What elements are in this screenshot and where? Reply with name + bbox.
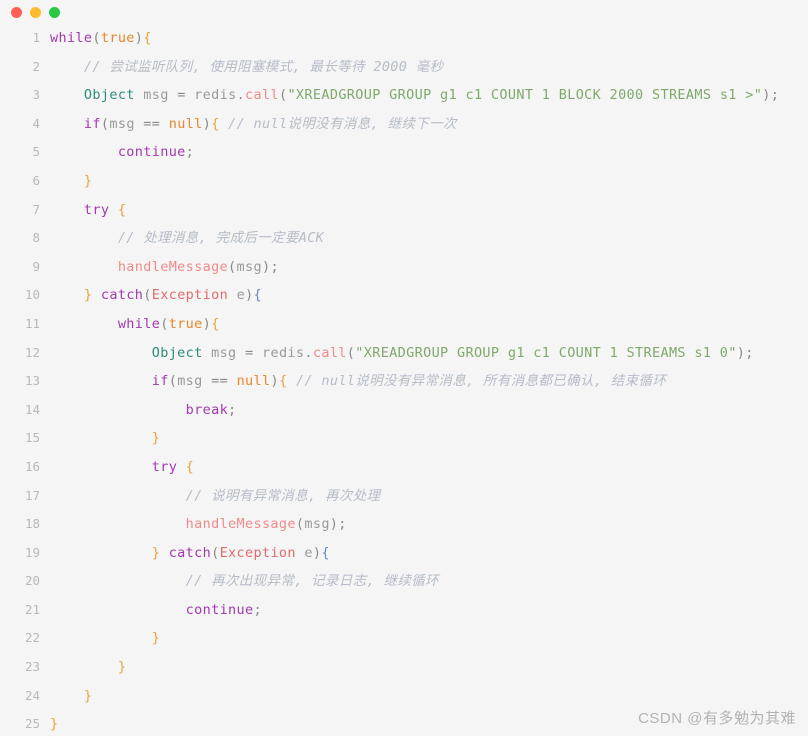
line-number: 23: [24, 659, 40, 675]
line-code[interactable]: continue;: [50, 138, 194, 167]
window-maximize-button[interactable]: [49, 6, 60, 18]
line-code[interactable]: } catch(Exception e){: [50, 539, 330, 568]
code-line[interactable]: 11 while(true){: [0, 310, 808, 339]
watermark-label: CSDN @有多勉为其难: [638, 710, 796, 727]
code-line[interactable]: 1 while(true){: [0, 24, 808, 53]
line-number: 24: [24, 687, 40, 703]
code-line[interactable]: 22 }: [0, 624, 808, 653]
line-code[interactable]: if(msg == null){ // null说明没有异常消息, 所有消息都已…: [50, 367, 666, 396]
code-line[interactable]: 19 } catch(Exception e){: [0, 539, 808, 568]
line-number: 14: [24, 401, 40, 417]
code-line[interactable]: 24 }: [0, 682, 808, 711]
code-line[interactable]: 10 } catch(Exception e){: [0, 281, 808, 310]
line-code[interactable]: break;: [50, 396, 237, 425]
line-number: 4: [32, 115, 40, 131]
code-line[interactable]: 6 }: [0, 167, 808, 196]
line-number: 7: [32, 201, 40, 217]
line-code[interactable]: }: [50, 710, 58, 736]
line-code[interactable]: }: [50, 653, 126, 682]
window-titlebar: [0, 0, 808, 24]
code-editor[interactable]: 1 while(true){2 // 尝试监听队列, 使用阻塞模式, 最长等待 2…: [0, 24, 808, 736]
code-line[interactable]: 14 break;: [0, 396, 808, 425]
code-line[interactable]: 4 if(msg == null){ // null说明没有消息, 继续下一次: [0, 110, 808, 139]
line-number: 17: [24, 487, 40, 503]
code-line[interactable]: 9 handleMessage(msg);: [0, 253, 808, 282]
line-code[interactable]: handleMessage(msg);: [50, 510, 347, 539]
code-line[interactable]: 17 // 说明有异常消息, 再次处理: [0, 482, 808, 511]
line-code[interactable]: }: [50, 682, 92, 711]
code-line[interactable]: 2 // 尝试监听队列, 使用阻塞模式, 最长等待 2000 毫秒: [0, 53, 808, 82]
line-number: 11: [24, 315, 40, 331]
line-code[interactable]: // 尝试监听队列, 使用阻塞模式, 最长等待 2000 毫秒: [50, 53, 443, 82]
line-code[interactable]: while(true){: [50, 310, 220, 339]
line-number: 5: [32, 144, 40, 160]
line-code[interactable]: }: [50, 624, 160, 653]
window-close-button[interactable]: [11, 6, 22, 18]
code-line[interactable]: 18 handleMessage(msg);: [0, 510, 808, 539]
line-number: 8: [32, 230, 40, 246]
line-number: 21: [24, 601, 40, 617]
line-number: 9: [32, 258, 40, 274]
code-line[interactable]: 3 Object msg = redis.call("XREADGROUP GR…: [0, 81, 808, 110]
window-minimize-button[interactable]: [30, 6, 41, 18]
line-code[interactable]: continue;: [50, 596, 262, 625]
code-line[interactable]: 5 continue;: [0, 138, 808, 167]
line-number: 13: [24, 373, 40, 389]
line-number: 15: [24, 430, 40, 446]
line-code[interactable]: // 说明有异常消息, 再次处理: [50, 482, 380, 511]
code-line[interactable]: 15 }: [0, 424, 808, 453]
line-code[interactable]: }: [50, 167, 92, 196]
code-line[interactable]: 8 // 处理消息, 完成后一定要ACK: [0, 224, 808, 253]
line-number: 1: [32, 30, 40, 45]
line-number: 25: [24, 716, 40, 732]
line-code[interactable]: // 再次出现异常, 记录日志, 继续循环: [50, 567, 439, 596]
line-code[interactable]: }: [50, 424, 160, 453]
line-code[interactable]: try {: [50, 196, 126, 225]
code-line[interactable]: 20 // 再次出现异常, 记录日志, 继续循环: [0, 567, 808, 596]
code-line[interactable]: 23 }: [0, 653, 808, 682]
line-number: 19: [24, 544, 40, 560]
line-code[interactable]: } catch(Exception e){: [50, 281, 262, 310]
line-number: 20: [24, 573, 40, 589]
line-number: 16: [24, 458, 40, 474]
line-code[interactable]: if(msg == null){ // null说明没有消息, 继续下一次: [50, 110, 457, 139]
line-code[interactable]: Object msg = redis.call("XREADGROUP GROU…: [50, 339, 754, 368]
line-number: 22: [24, 630, 40, 646]
line-number: 6: [32, 172, 40, 188]
line-code[interactable]: // 处理消息, 完成后一定要ACK: [50, 224, 324, 253]
code-line[interactable]: 16 try {: [0, 453, 808, 482]
code-line[interactable]: 21 continue;: [0, 596, 808, 625]
line-code[interactable]: try {: [50, 453, 194, 482]
line-code[interactable]: Object msg = redis.call("XREADGROUP GROU…: [50, 81, 779, 110]
line-number: 18: [24, 516, 40, 532]
line-number: 3: [32, 87, 40, 103]
code-line[interactable]: 13 if(msg == null){ // null说明没有异常消息, 所有消…: [0, 367, 808, 396]
code-screenshot-window: 1 while(true){2 // 尝试监听队列, 使用阻塞模式, 最长等待 2…: [0, 0, 808, 736]
line-number: 10: [24, 287, 40, 303]
line-code[interactable]: handleMessage(msg);: [50, 253, 279, 282]
line-number: 12: [24, 344, 40, 360]
line-code[interactable]: while(true){: [50, 24, 152, 53]
line-number: 2: [32, 58, 40, 74]
code-line[interactable]: 12 Object msg = redis.call("XREADGROUP G…: [0, 339, 808, 368]
code-line[interactable]: 7 try {: [0, 196, 808, 225]
